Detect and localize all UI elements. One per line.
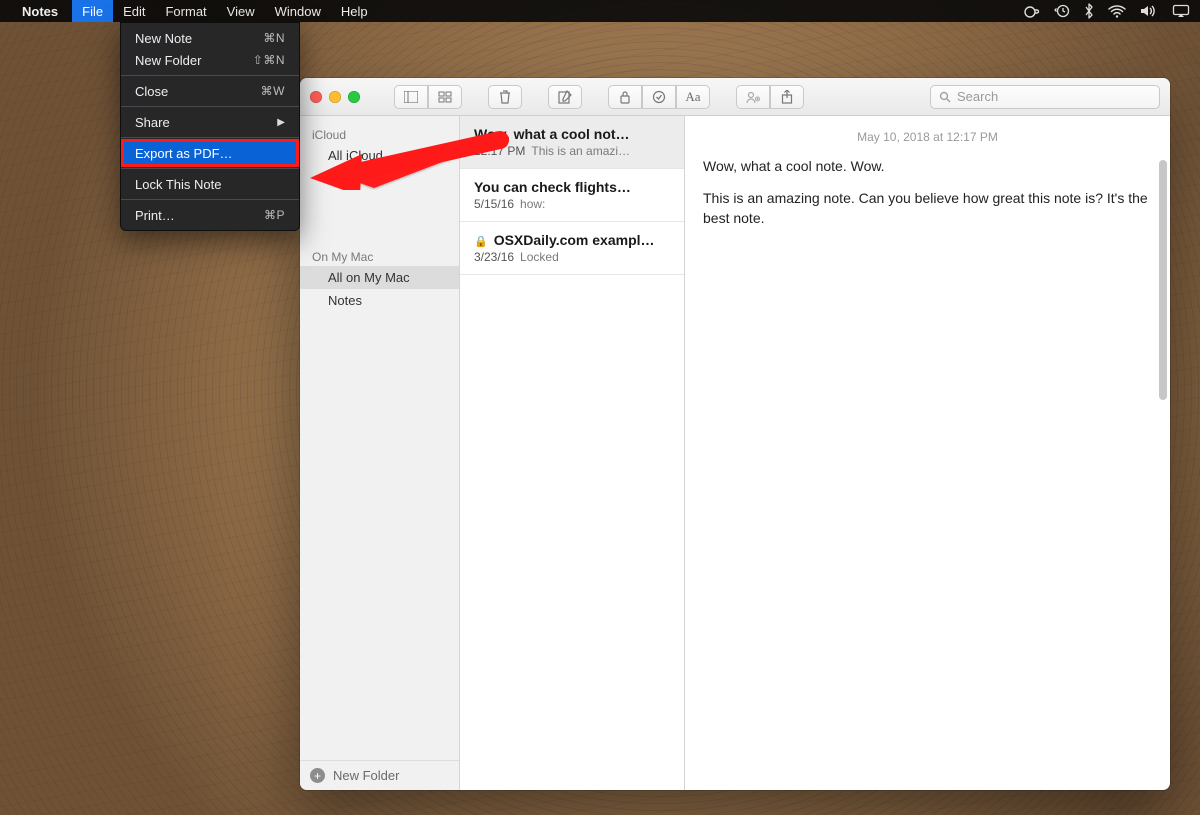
menu-close[interactable]: Close ⌘W — [121, 80, 299, 102]
shortcut-label: ⌘W — [261, 84, 285, 98]
bluetooth-icon[interactable] — [1084, 3, 1094, 19]
volume-icon[interactable] — [1140, 4, 1158, 18]
sidebar-item-all-on-my-mac[interactable]: All on My Mac — [300, 266, 459, 289]
shortcut-label: ⌘P — [264, 208, 285, 222]
note-date: May 10, 2018 at 12:17 PM — [703, 130, 1152, 144]
sidebar-section-on-my-mac: On My Mac — [300, 246, 459, 266]
lock-button[interactable] — [608, 85, 642, 109]
menu-item-label: Share — [135, 115, 170, 130]
grid-view-button[interactable] — [428, 85, 462, 109]
menu-view[interactable]: View — [217, 0, 265, 22]
airplay-icon[interactable] — [1172, 4, 1190, 18]
note-body-text: This is an amazing note. Can you believe… — [703, 188, 1152, 229]
menu-bar: Notes File Edit Format View Window Help — [0, 0, 1200, 22]
note-title: OSXDaily.com exampl… — [494, 232, 655, 248]
search-input[interactable]: Search — [930, 85, 1160, 109]
add-people-button[interactable] — [736, 85, 770, 109]
lock-icon: 🔒 — [474, 236, 488, 248]
sidebar-new-folder-button[interactable]: + New Folder — [300, 760, 459, 790]
plus-icon: + — [310, 768, 325, 783]
checklist-button[interactable] — [642, 85, 676, 109]
note-time: 5/15/16 — [474, 197, 514, 211]
delete-button[interactable] — [488, 85, 522, 109]
menu-help[interactable]: Help — [331, 0, 378, 22]
note-content-area[interactable]: May 10, 2018 at 12:17 PM Wow, what a coo… — [685, 116, 1170, 790]
menu-item-label: Print… — [135, 208, 175, 223]
note-time: 3/23/16 — [474, 250, 514, 264]
window-minimize-button[interactable] — [329, 91, 341, 103]
menu-item-label: Export as PDF… — [135, 146, 233, 161]
menu-separator — [121, 75, 299, 76]
menu-share[interactable]: Share ▶ — [121, 111, 299, 133]
share-button[interactable] — [770, 85, 804, 109]
list-view-button[interactable] — [394, 85, 428, 109]
window-close-button[interactable] — [310, 91, 322, 103]
time-machine-icon[interactable] — [1054, 3, 1070, 19]
menu-export-as-pdf[interactable]: Export as PDF… — [121, 139, 299, 167]
menu-print[interactable]: Print… ⌘P — [121, 204, 299, 226]
file-menu-dropdown: New Note ⌘N New Folder ⇧⌘N Close ⌘W Shar… — [120, 22, 300, 231]
folders-sidebar: iCloud All iCloud es On My Mac All on My… — [300, 116, 460, 790]
wifi-icon[interactable] — [1108, 5, 1126, 18]
menu-separator — [121, 137, 299, 138]
app-name[interactable]: Notes — [22, 4, 58, 19]
menu-item-label: New Note — [135, 31, 192, 46]
menu-separator — [121, 199, 299, 200]
search-icon — [939, 91, 951, 103]
window-titlebar[interactable]: Aa Search — [300, 78, 1170, 116]
note-preview: how: — [520, 197, 545, 211]
coffee-icon[interactable] — [1022, 4, 1040, 18]
window-zoom-button[interactable] — [348, 91, 360, 103]
menu-item-label: Lock This Note — [135, 177, 221, 192]
menu-window[interactable]: Window — [265, 0, 331, 22]
menu-lock-this-note[interactable]: Lock This Note — [121, 173, 299, 195]
sidebar-item-notes-local[interactable]: Notes — [300, 289, 459, 312]
scrollbar-thumb[interactable] — [1159, 160, 1167, 400]
format-button[interactable]: Aa — [676, 85, 710, 109]
menu-edit[interactable]: Edit — [113, 0, 155, 22]
submenu-arrow-icon: ▶ — [277, 117, 285, 128]
notes-list: Wow, what a cool not… 12:17 PMThis is an… — [460, 116, 685, 790]
note-preview: This is an amazi… — [531, 144, 630, 158]
menu-item-label: Close — [135, 84, 168, 99]
menu-item-label: New Folder — [135, 53, 201, 68]
menu-separator — [121, 106, 299, 107]
note-preview: Locked — [520, 250, 559, 264]
menu-file[interactable]: File — [72, 0, 113, 22]
menu-new-folder[interactable]: New Folder ⇧⌘N — [121, 49, 299, 71]
annotation-arrow-icon — [300, 130, 510, 190]
menu-format[interactable]: Format — [155, 0, 216, 22]
shortcut-label: ⇧⌘N — [253, 53, 285, 67]
shortcut-label: ⌘N — [263, 31, 285, 45]
note-body-title: Wow, what a cool note. Wow. — [703, 158, 1152, 174]
new-note-button[interactable] — [548, 85, 582, 109]
menu-separator — [121, 168, 299, 169]
search-placeholder: Search — [957, 89, 998, 104]
scrollbar[interactable] — [1159, 160, 1167, 782]
new-folder-label: New Folder — [333, 768, 399, 783]
menu-new-note[interactable]: New Note ⌘N — [121, 27, 299, 49]
note-list-item[interactable]: 🔒 OSXDaily.com exampl… 3/23/16 Locked — [460, 222, 684, 275]
